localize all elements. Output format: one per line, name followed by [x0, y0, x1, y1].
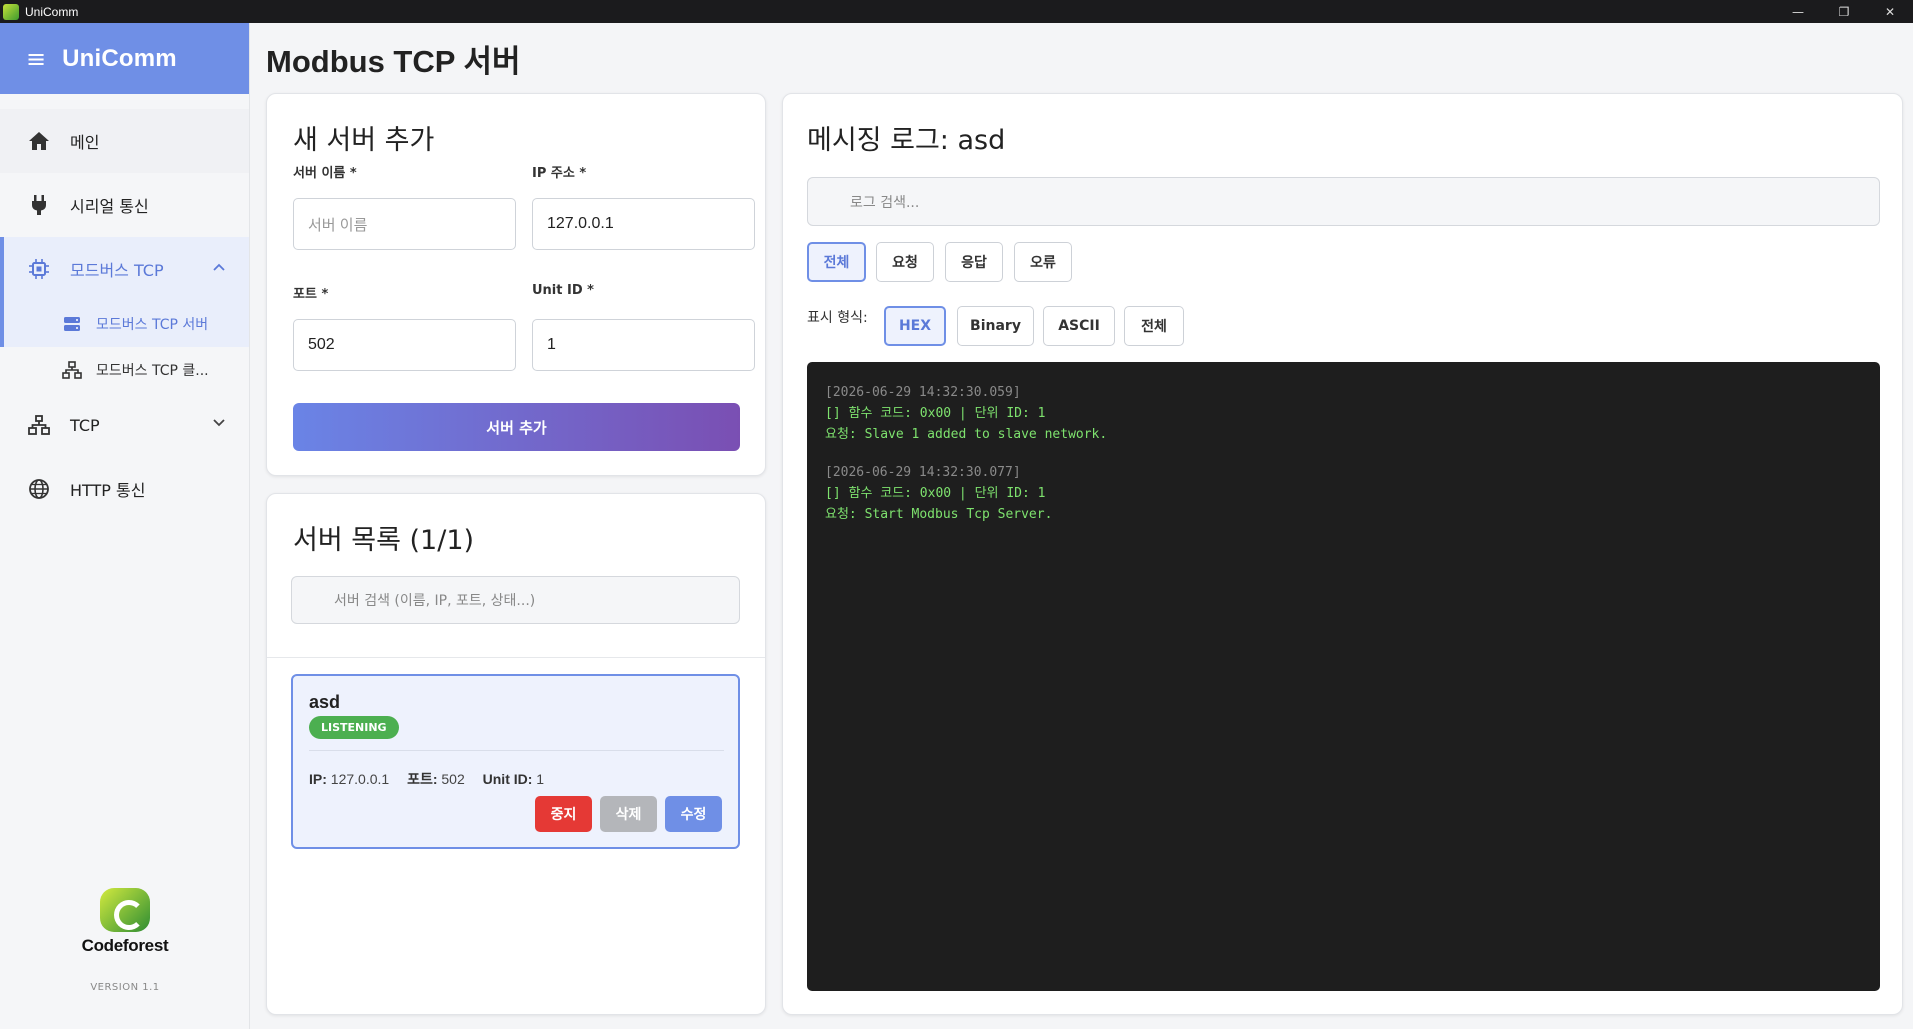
- log-function-line: [] 함수 코드: 0x00 | 단위 ID: 1: [825, 486, 1046, 501]
- add-server-title: 새 서버 추가: [293, 125, 435, 156]
- network-icon: [62, 360, 82, 380]
- ip-address-label: IP 주소 *: [532, 166, 587, 181]
- sidebar-item-label: HTTP 통신: [70, 481, 146, 500]
- sidebar-subitem-label: 모드버스 TCP 서버: [96, 317, 209, 333]
- server-unit-value: 1: [536, 771, 545, 787]
- stop-server-button[interactable]: 중지: [535, 796, 592, 832]
- sidebar-subitem-modbus-tcp-client[interactable]: 모드버스 TCP 클...: [0, 347, 249, 393]
- sidebar-item-label: 시리얼 통신: [70, 197, 149, 216]
- company-logo: Codeforest VERSION 1.1: [0, 888, 250, 993]
- plug-icon: [26, 192, 52, 218]
- log-search-input[interactable]: 로그 검색...: [807, 177, 1880, 226]
- display-format-label: 표시 형식:: [807, 310, 868, 326]
- sidebar-header: ≡ UniComm: [0, 23, 249, 94]
- server-search-input[interactable]: 서버 검색 (이름, IP, 포트, 상태...): [291, 576, 740, 624]
- brand-title: UniComm: [62, 44, 177, 72]
- status-badge: LISTENING: [309, 716, 399, 739]
- sidebar-item-label: 메인: [70, 133, 100, 152]
- message-log-card: 메시징 로그: asd 로그 검색... 전체 요청 응답 오류 표시 형식: …: [782, 93, 1903, 1015]
- page-title: Modbus TCP 서버: [266, 44, 521, 79]
- chevron-up-icon: [213, 259, 225, 275]
- add-server-button[interactable]: 서버 추가: [293, 403, 740, 451]
- sidebar-nav: 메인 시리얼 통신 모드버스 TCP 모드버스 TCP 서버 모드버스 TCP …: [0, 109, 249, 521]
- close-button[interactable]: ✕: [1867, 0, 1913, 23]
- app-logo-icon: [3, 3, 19, 20]
- server-ip-label: IP:: [309, 771, 327, 787]
- server-name: asd: [309, 692, 341, 712]
- divider: [267, 657, 765, 658]
- server-list-title: 서버 목록 (1/1): [293, 525, 475, 556]
- chip-icon: [26, 256, 52, 282]
- filter-all-button[interactable]: 전체: [807, 242, 866, 282]
- sidebar-item-tcp[interactable]: TCP: [0, 393, 249, 457]
- filter-error-button[interactable]: 오류: [1014, 242, 1072, 282]
- server-name-input[interactable]: 서버 이름: [293, 198, 516, 250]
- delete-server-button[interactable]: 삭제: [600, 796, 657, 832]
- port-input[interactable]: 502: [293, 319, 516, 371]
- window-titlebar: UniComm — ❐ ✕: [0, 0, 1913, 23]
- filter-response-button[interactable]: 응답: [945, 242, 1003, 282]
- log-entry: [2026-06-29 14:32:30.077] [] 함수 코드: 0x00…: [825, 463, 1862, 525]
- codeforest-logo-icon: [100, 888, 150, 932]
- server-port-value: 502: [441, 771, 465, 787]
- log-message-line: 요청: Slave 1 added to slave network.: [825, 427, 1108, 442]
- format-hex-button[interactable]: HEX: [884, 306, 946, 346]
- format-binary-button[interactable]: Binary: [957, 306, 1034, 346]
- home-icon: [26, 128, 52, 154]
- server-list-card: 서버 목록 (1/1) 서버 검색 (이름, IP, 포트, 상태...) as…: [266, 493, 766, 1015]
- sidebar-item-serial[interactable]: 시리얼 통신: [0, 173, 249, 237]
- divider: [309, 750, 724, 751]
- sidebar-item-modbus-tcp[interactable]: 모드버스 TCP: [0, 237, 249, 301]
- server-info: IP: 127.0.0.1 포트: 502 Unit ID: 1: [309, 769, 544, 789]
- unit-id-label: Unit ID *: [532, 283, 594, 298]
- port-label: 포트 *: [293, 287, 329, 302]
- sidebar-subitem-modbus-tcp-server[interactable]: 모드버스 TCP 서버: [0, 301, 249, 347]
- format-ascii-button[interactable]: ASCII: [1043, 306, 1115, 346]
- format-all-button[interactable]: 전체: [1124, 306, 1184, 346]
- server-icon: [62, 314, 82, 334]
- logo-text: Codeforest: [81, 936, 169, 955]
- ip-address-input[interactable]: 127.0.0.1: [532, 198, 755, 250]
- network-icon: [26, 412, 52, 438]
- maximize-button[interactable]: ❐: [1821, 0, 1867, 23]
- sidebar-item-label: 모드버스 TCP: [70, 261, 164, 280]
- sidebar-item-label: TCP: [70, 415, 100, 435]
- log-timestamp: [2026-06-29 14:32:30.077]: [825, 465, 1021, 480]
- log-entry: [2026-06-29 14:32:30.059] [] 함수 코드: 0x00…: [825, 383, 1862, 445]
- server-name-label: 서버 이름 *: [293, 166, 357, 181]
- log-timestamp: [2026-06-29 14:32:30.059]: [825, 385, 1021, 400]
- server-unit-label: Unit ID:: [482, 771, 533, 787]
- sidebar-subitem-label: 모드버스 TCP 클...: [96, 363, 209, 379]
- server-port-label: 포트:: [407, 771, 438, 787]
- server-list-item[interactable]: asd LISTENING IP: 127.0.0.1 포트: 502 Unit…: [291, 674, 740, 849]
- sidebar-item-http[interactable]: HTTP 통신: [0, 457, 249, 521]
- log-message-line: 요청: Start Modbus Tcp Server.: [825, 507, 1053, 522]
- filter-request-button[interactable]: 요청: [876, 242, 934, 282]
- window-title: UniComm: [25, 4, 79, 19]
- sidebar: ≡ UniComm 메인 시리얼 통신 모드버스 TCP 모드버스 TCP 서버…: [0, 23, 250, 1029]
- server-ip-value: 127.0.0.1: [330, 771, 390, 787]
- hamburger-menu-icon[interactable]: ≡: [26, 47, 46, 71]
- add-server-card: 새 서버 추가 서버 이름 * 서버 이름 IP 주소 * 127.0.0.1 …: [266, 93, 766, 476]
- log-function-line: [] 함수 코드: 0x00 | 단위 ID: 1: [825, 406, 1046, 421]
- chevron-down-icon: [213, 415, 225, 431]
- globe-icon: [26, 476, 52, 502]
- sidebar-item-main[interactable]: 메인: [0, 109, 249, 173]
- message-log-title: 메시징 로그: asd: [807, 125, 1006, 156]
- edit-server-button[interactable]: 수정: [665, 796, 722, 832]
- version-label: VERSION 1.1: [90, 982, 160, 993]
- log-terminal[interactable]: [2026-06-29 14:32:30.059] [] 함수 코드: 0x00…: [807, 362, 1880, 991]
- minimize-button[interactable]: —: [1775, 0, 1821, 23]
- unit-id-input[interactable]: 1: [532, 319, 755, 371]
